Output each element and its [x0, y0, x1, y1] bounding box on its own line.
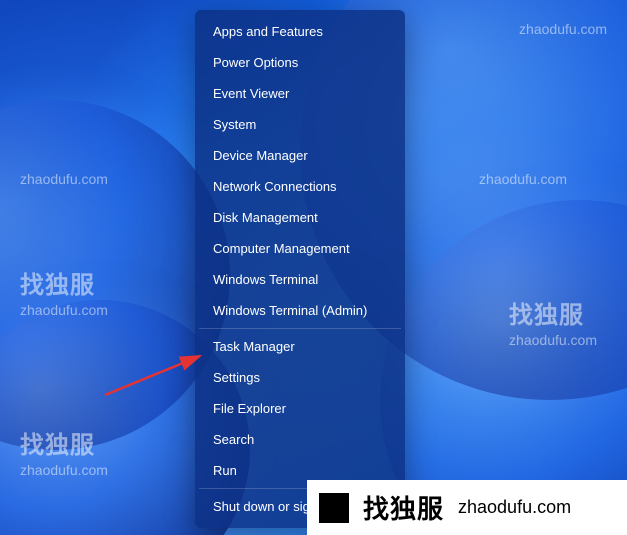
menu-item-system[interactable]: System [195, 109, 405, 140]
menu-item-event-viewer[interactable]: Event Viewer [195, 78, 405, 109]
menu-item-computer-management[interactable]: Computer Management [195, 233, 405, 264]
menu-item-task-manager[interactable]: Task Manager [195, 331, 405, 362]
menu-item-network-connections[interactable]: Network Connections [195, 171, 405, 202]
menu-item-disk-management[interactable]: Disk Management [195, 202, 405, 233]
menu-item-windows-terminal[interactable]: Windows Terminal [195, 264, 405, 295]
menu-item-device-manager[interactable]: Device Manager [195, 140, 405, 171]
menu-item-file-explorer[interactable]: File Explorer [195, 393, 405, 424]
menu-item-apps-and-features[interactable]: Apps and Features [195, 16, 405, 47]
winx-context-menu: Apps and FeaturesPower OptionsEvent View… [195, 10, 405, 528]
footer-brand-url: zhaodufu.com [458, 497, 571, 518]
footer-logo-icon [319, 493, 349, 523]
menu-item-power-options[interactable]: Power Options [195, 47, 405, 78]
menu-item-windows-terminal-admin[interactable]: Windows Terminal (Admin) [195, 295, 405, 326]
menu-item-settings[interactable]: Settings [195, 362, 405, 393]
footer-brand-box: 找独服 zhaodufu.com [307, 480, 627, 535]
menu-divider [199, 328, 401, 329]
footer-brand-cn: 找独服 [363, 489, 444, 526]
menu-item-search[interactable]: Search [195, 424, 405, 455]
